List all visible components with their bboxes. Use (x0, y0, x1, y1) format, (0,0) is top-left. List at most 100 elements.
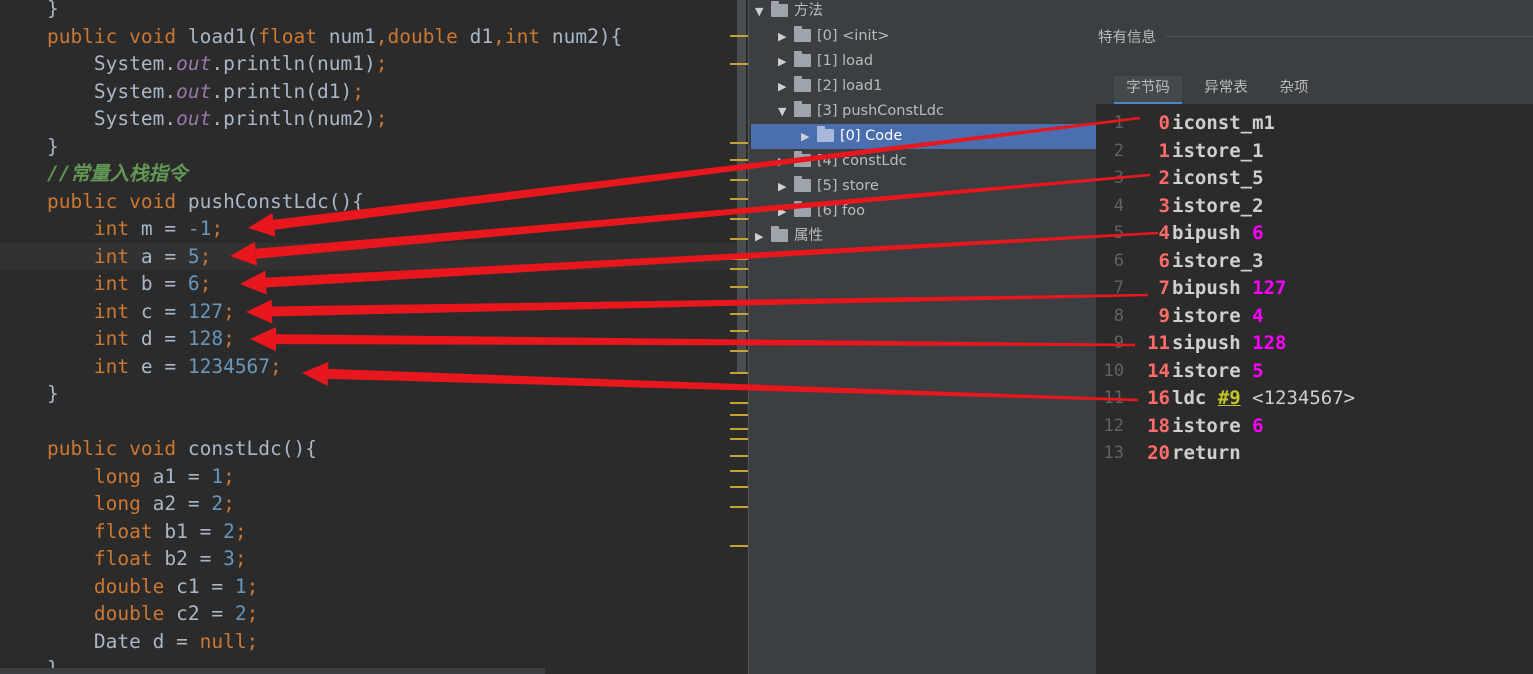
stripe-mark[interactable] (730, 258, 748, 260)
code-line[interactable]: long a1 = 1; (0, 463, 235, 490)
collapse-arrow-icon[interactable]: ▼ (778, 99, 794, 124)
code-line[interactable]: System.out.println(d1); (0, 78, 364, 105)
tree-node[interactable]: ▶ [1] load (778, 49, 873, 74)
tab-bytecode[interactable]: 字节码 (1114, 76, 1182, 105)
constant-pool-link[interactable]: #9 (1218, 387, 1241, 409)
expand-arrow-icon[interactable]: ▶ (778, 74, 794, 99)
code-line[interactable]: } (0, 380, 59, 407)
stripe-mark[interactable] (730, 545, 748, 547)
stripe-mark[interactable] (730, 268, 748, 270)
stripe-mark[interactable] (730, 313, 748, 315)
bytecode-row[interactable]: 3 2 iconst_5 (1096, 165, 1533, 192)
bytecode-row[interactable]: 1 0 iconst_m1 (1096, 110, 1533, 137)
editor-error-stripe[interactable] (730, 0, 748, 674)
expand-arrow-icon[interactable]: ▶ (801, 124, 817, 149)
stripe-mark[interactable] (730, 402, 748, 404)
stripe-mark[interactable] (730, 159, 748, 161)
code-line[interactable]: public void constLdc(){ (0, 435, 317, 462)
stripe-mark[interactable] (730, 470, 748, 472)
bytecode-offset: 6 (1158, 249, 1170, 272)
code-token: ; (223, 464, 235, 488)
expand-arrow-icon[interactable]: ▶ (778, 24, 794, 49)
tree-node[interactable]: ▶ 属性 (755, 224, 823, 249)
code-line[interactable]: Date d = null; (0, 628, 258, 655)
code-line[interactable]: public void pushConstLdc(){ (0, 188, 364, 215)
opcode-text: bipush (1172, 222, 1241, 244)
stripe-mark[interactable] (730, 286, 748, 288)
tree-node[interactable]: ▶ [6] foo (778, 199, 865, 224)
code-token: num2){ (551, 24, 623, 48)
code-line[interactable]: int m = -1; (0, 215, 223, 242)
tree-node[interactable]: ▶ [0] <init> (778, 24, 889, 49)
bytecode-row[interactable]: 9 11 sipush 128 (1096, 330, 1533, 357)
bytecode-row[interactable]: 8 9 istore 4 (1096, 303, 1533, 330)
tab-exception-table[interactable]: 异常表 (1192, 76, 1260, 102)
expand-arrow-icon[interactable]: ▶ (778, 49, 794, 74)
bytecode-listing[interactable]: 1 0 iconst_m1 2 1 istore_1 3 2 iconst_5 4 3 istore_… (1096, 104, 1533, 674)
stripe-mark[interactable] (730, 300, 748, 302)
code-line[interactable]: float b1 = 2; (0, 518, 247, 545)
editor-horizontal-scrollbar[interactable] (0, 668, 545, 674)
bytecode-row[interactable]: 2 1 istore_1 (1096, 138, 1533, 165)
code-line[interactable]: int a = 5; (0, 243, 211, 270)
code-line[interactable]: int c = 127; (0, 298, 235, 325)
stripe-mark[interactable] (730, 486, 748, 488)
stripe-mark[interactable] (730, 330, 748, 332)
bytecode-row[interactable]: 13 20 return (1096, 440, 1533, 467)
stripe-mark[interactable] (730, 438, 748, 440)
code-line[interactable]: double c2 = 2; (0, 600, 258, 627)
code-line[interactable]: public void load1(float num1,double d1,i… (0, 23, 622, 50)
tree-node[interactable]: ▶ [4] constLdc (778, 149, 907, 174)
stripe-mark[interactable] (730, 238, 748, 240)
code-line[interactable]: int d = 128; (0, 325, 235, 352)
code-line[interactable]: int b = 6; (0, 270, 211, 297)
stripe-mark[interactable] (730, 142, 748, 144)
code-editor[interactable]: } public void load1(float num1,double d1… (0, 0, 748, 674)
stripe-mark[interactable] (730, 179, 748, 181)
collapse-arrow-icon[interactable]: ▼ (755, 0, 771, 24)
stripe-mark[interactable] (730, 218, 748, 220)
tree-node[interactable]: ▶ [0] Code (751, 124, 1129, 149)
code-token: (){ (281, 437, 317, 460)
stripe-mark[interactable] (730, 372, 748, 374)
stripe-mark[interactable] (730, 35, 748, 37)
code-line[interactable]: } (0, 133, 59, 160)
expand-arrow-icon[interactable]: ▶ (778, 149, 794, 174)
stripe-mark[interactable] (730, 350, 748, 352)
stripe-mark[interactable] (730, 455, 748, 457)
bytecode-row[interactable]: 7 7 bipush 127 (1096, 275, 1533, 302)
opcode-argument: 128 (1252, 332, 1287, 354)
expand-arrow-icon[interactable]: ▶ (755, 224, 771, 249)
code-line[interactable]: System.out.println(num1); (0, 50, 388, 77)
code-line[interactable]: System.out.println(num2); (0, 105, 388, 132)
stripe-mark[interactable] (730, 198, 748, 200)
tree-node[interactable]: ▼ 方法 (755, 0, 823, 24)
code-line[interactable]: double c1 = 1; (0, 573, 258, 600)
bytecode-row[interactable]: 5 4 bipush 6 (1096, 220, 1533, 247)
tree-node[interactable]: ▶ [2] load1 (778, 74, 882, 99)
tree-node[interactable]: ▼ [3] pushConstLdc (778, 99, 944, 124)
stripe-mark[interactable] (730, 506, 748, 508)
stripe-mark[interactable] (730, 63, 748, 65)
code-line[interactable]: long a2 = 2; (0, 490, 235, 517)
bytecode-row[interactable]: 10 14 istore 5 (1096, 358, 1533, 385)
code-line[interactable]: float b2 = 3; (0, 545, 247, 572)
bytecode-row[interactable]: 11 16 ldc #9 <1234567> (1096, 385, 1533, 412)
tab-misc[interactable]: 杂项 (1264, 76, 1324, 102)
expand-arrow-icon[interactable]: ▶ (778, 199, 794, 224)
stripe-mark[interactable] (730, 414, 748, 416)
opcode-text: bipush (1172, 277, 1241, 299)
expand-arrow-icon[interactable]: ▶ (778, 174, 794, 199)
info-title-rule (1166, 36, 1533, 37)
tree-node[interactable]: ▶ [5] store (778, 174, 879, 199)
bytecode-row[interactable]: 6 6 istore_3 (1096, 248, 1533, 275)
class-structure-tree[interactable]: ▼ 方法 ▶ [0] <init> ▶ [1] load ▶ [2] load1 ▼ [3] pu… (748, 0, 1129, 674)
code-line[interactable]: //常量入栈指令 (0, 160, 188, 187)
bytecode-row[interactable]: 12 18 istore 6 (1096, 413, 1533, 440)
stripe-mark[interactable] (730, 428, 748, 430)
code-line[interactable]: } (0, 0, 59, 22)
code-line[interactable]: int e = 1234567; (0, 353, 282, 380)
bytecode-row[interactable]: 4 3 istore_2 (1096, 193, 1533, 220)
code-token: 6 (187, 272, 200, 295)
opcode: sipush 128 (1172, 330, 1286, 357)
